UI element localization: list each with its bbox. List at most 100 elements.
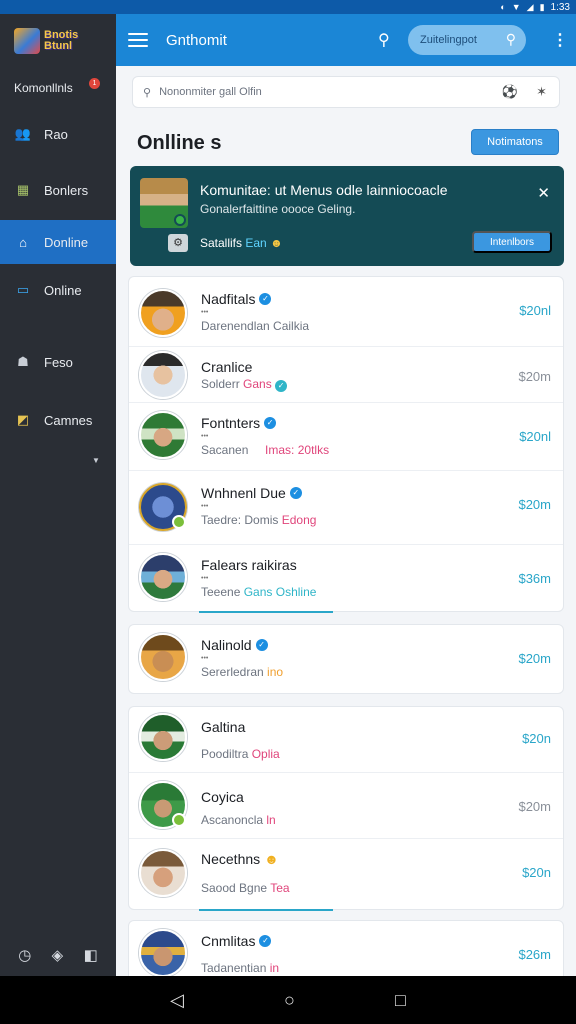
sidebar-item-online[interactable]: ▭ Online	[0, 268, 116, 312]
price-label: $20m	[518, 799, 551, 814]
status-accent: Gans Oshline	[243, 585, 317, 599]
status-time: 1:33	[550, 1, 570, 13]
price-label: $20n	[522, 865, 551, 880]
home-icon[interactable]: ○	[284, 990, 295, 1011]
status-prefix: Ascanoncla	[201, 813, 264, 827]
chevron-down-icon[interactable]: ▼	[92, 456, 100, 465]
notifications-button[interactable]: Notimatons	[471, 129, 559, 155]
top-search-pill-label: Zuitelingpot	[420, 34, 477, 46]
price-label: $36m	[518, 571, 551, 586]
friends-card: Nadfitals ✓ ••• Darenendlan Cailkia $20nl…	[128, 276, 564, 613]
hamburger-menu-icon[interactable]	[128, 33, 148, 47]
top-search-pill[interactable]: Zuitelingpot ⚲	[408, 25, 526, 55]
person-icon: ☗	[17, 354, 29, 369]
settings-icon[interactable]: ⚙	[168, 234, 188, 252]
sidebar: Bnotis Btunl Komonllnls 1 👥 Rao ▦ Bonler…	[0, 14, 116, 976]
promo-status-highlight: Ean	[245, 236, 267, 250]
list-item[interactable]: Coyica Ascanoncla ln $20m	[129, 773, 563, 839]
promo-status-prefix: Satallifs	[200, 236, 243, 250]
close-icon[interactable]: ✕	[537, 184, 550, 202]
recents-icon[interactable]: □	[395, 990, 406, 1011]
back-icon[interactable]: ◁	[170, 990, 184, 1011]
status-accent: Imas: 20tlks	[265, 443, 330, 457]
online-status-icon	[174, 214, 186, 226]
list-item[interactable]: Falears raikiras ••• Teeene Gans Oshline…	[129, 545, 563, 613]
sidebar-item-label: Online	[44, 282, 82, 298]
user-status: Sererledran ino	[201, 665, 283, 679]
list-item[interactable]: Necethns ☻ Saood Bgne Tea $20n	[129, 839, 563, 911]
logo-text: Bnotis Btunl	[44, 29, 79, 52]
meta-dots: •••	[201, 655, 209, 662]
sidebar-item-bonlers[interactable]: ▦ Bonlers	[0, 168, 116, 212]
sidebar-item-label: Donline	[44, 234, 89, 250]
app-title: Gnthomit	[166, 31, 227, 49]
list-item[interactable]: Fontnters ✓ ••• Sacanen Imas: 20tlks $20n…	[129, 403, 563, 471]
online-status-icon	[172, 813, 186, 827]
user-status: Poodiltra Oplia	[201, 747, 280, 761]
monitor-icon: ▭	[16, 282, 30, 297]
price-label: $20m	[518, 651, 551, 666]
sidebar-item-label: Bonlers	[44, 182, 89, 198]
list-item[interactable]: Galtina Poodiltra Oplia $20n	[129, 707, 563, 773]
search-icon[interactable]: ⚲	[378, 30, 390, 50]
battery-icon: ▮	[539, 1, 545, 12]
pin-icon[interactable]: ✶	[536, 84, 547, 100]
wifi-icon: ▼	[511, 2, 521, 12]
user-status: Saood Bgne Tea	[201, 881, 290, 895]
list-item[interactable]: Nadfitals ✓ ••• Darenendlan Cailkia $20nl	[129, 277, 563, 347]
logo-icon	[14, 28, 40, 54]
status-prefix: Tadanentian	[201, 961, 267, 975]
user-name: Coyica	[201, 789, 244, 805]
avatar	[139, 411, 187, 459]
search-icon: ⚲	[505, 31, 516, 47]
user-name: Cnmlitas	[201, 933, 256, 949]
clock-icon[interactable]: ◷	[18, 946, 31, 964]
compass-icon[interactable]: ◈	[52, 946, 64, 964]
sidebar-item-donline[interactable]: ⌂ Donline	[0, 220, 116, 264]
status-accent: Gans	[243, 377, 272, 391]
status-accent: in	[269, 961, 280, 975]
verified-icon: ✓	[264, 417, 277, 429]
avatar	[139, 929, 187, 976]
app-logo[interactable]: Bnotis Btunl	[14, 26, 96, 56]
verified-icon: ✓	[259, 935, 272, 947]
top-app-bar: Gnthomit ⚲ Zuitelingpot ⚲ ⋮	[116, 14, 576, 66]
list-item[interactable]: Wnhnenl Due ✓ ••• Taedre: Domis Edong $20…	[129, 471, 563, 545]
bookmark-icon[interactable]: ◧	[84, 946, 98, 964]
status-accent: ino	[267, 665, 284, 679]
sidebar-item-community[interactable]: Komonllnls 1	[0, 66, 116, 110]
home-icon: ⌂	[19, 234, 27, 250]
online-status-icon	[172, 515, 186, 529]
sidebar-item-rao[interactable]: 👥 Rao	[0, 112, 116, 156]
avatar	[139, 713, 187, 761]
list-item[interactable]: Cranlice Solderr Gans ✓ $20m	[129, 347, 563, 403]
user-status: Taedre: Domis Edong	[201, 513, 316, 527]
search-input[interactable]: ⚲ Nononmiter gall Olfin ⚽ ✶	[132, 76, 560, 108]
meta-dots: •••	[201, 503, 209, 510]
user-status: Solderr Gans ✓	[201, 377, 288, 392]
status-accent: ln	[266, 813, 276, 827]
status-prefix: Solderr	[201, 377, 240, 391]
users-icon: 👥	[14, 126, 32, 141]
sidebar-item-label: Camnes	[44, 412, 93, 428]
list-item[interactable]: Nalinold ✓ ••• Sererledran ino $20m	[129, 625, 563, 693]
soccer-ball-icon[interactable]: ⚽	[502, 84, 518, 100]
emoji-icon: ☻	[264, 851, 279, 867]
sidebar-item-feso[interactable]: ☗ Feso	[0, 340, 116, 384]
folder-icon: ◩	[16, 412, 30, 427]
list-item[interactable]: Cnmlitas ✓ Tadanentian in $26m	[129, 921, 563, 976]
promo-action-button[interactable]: Intenlbors	[472, 231, 552, 253]
user-status: Tadanentian in	[201, 961, 279, 975]
friends-card: Galtina Poodiltra Oplia $20n Coyica Asca…	[128, 706, 564, 911]
sidebar-item-camnes[interactable]: ◩ Camnes	[0, 398, 116, 442]
price-label: $26m	[518, 947, 551, 962]
sidebar-item-label: Komonllnls	[14, 81, 73, 95]
user-status: Darenendlan Cailkia	[201, 319, 310, 333]
avatar	[139, 289, 187, 337]
verified-icon: ✓	[259, 293, 272, 305]
more-options-icon[interactable]: ⋮	[552, 30, 568, 50]
meta-dots: •••	[201, 575, 209, 582]
price-label: $20nl	[519, 429, 551, 444]
avatar	[139, 351, 187, 399]
status-accent: Oplia	[251, 747, 280, 761]
